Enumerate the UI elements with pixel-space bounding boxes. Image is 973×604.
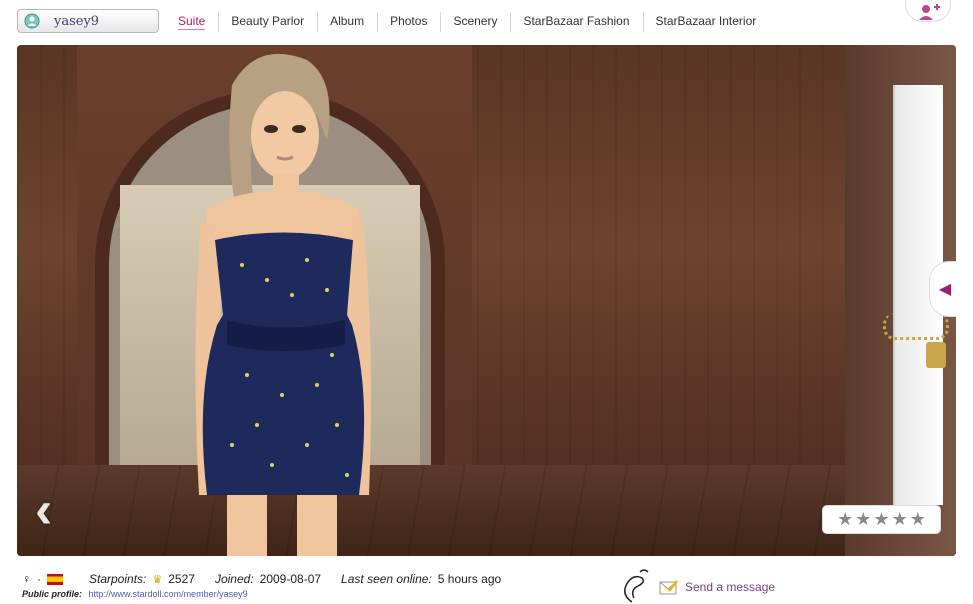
starpoints-label: Starpoints: xyxy=(89,572,147,586)
public-profile: Public profile: http://www.stardoll.com/… xyxy=(22,589,248,599)
tab-suite[interactable]: Suite xyxy=(165,14,218,30)
tab-label: Beauty Parlor xyxy=(231,14,305,28)
tab-label: Album xyxy=(330,14,365,28)
decorative-swirl-icon xyxy=(624,569,649,603)
tab-photos[interactable]: Photos xyxy=(377,12,440,32)
tab-album[interactable]: Album xyxy=(317,12,377,32)
padlock-icon xyxy=(926,342,946,368)
star-icon[interactable]: ★ xyxy=(892,509,908,530)
star-icon[interactable]: ★ xyxy=(855,509,871,530)
tab-starbazaar-fashion[interactable]: StarBazaar Fashion xyxy=(510,12,642,32)
envelope-pencil-icon xyxy=(659,580,678,595)
public-profile-label: Public profile: xyxy=(22,589,83,599)
user-switcher[interactable]: yasey9 xyxy=(17,9,159,33)
public-profile-link[interactable]: http://www.stardoll.com/member/yasey9 xyxy=(89,589,248,599)
separator-dot: · xyxy=(37,572,41,586)
doll-avatar[interactable] xyxy=(187,45,377,556)
suite-room-scene: ◀ ‹ ★ ★ ★ ★ ★ xyxy=(17,45,956,556)
profile-info: ♀ · Starpoints: ♛ 2527 Joined: 2009-08-0… xyxy=(22,572,501,586)
starpoints-value: 2527 xyxy=(168,572,195,586)
door-chain xyxy=(883,313,949,340)
joined-value: 2009-08-07 xyxy=(259,572,322,586)
star-icon[interactable]: ★ xyxy=(910,509,926,530)
tab-label: Scenery xyxy=(453,14,498,28)
last-seen-value: 5 hours ago xyxy=(437,572,502,586)
send-message-label: Send a message xyxy=(685,580,776,594)
previous-room-button[interactable]: ‹ xyxy=(35,483,73,537)
add-friend-button[interactable] xyxy=(905,0,951,22)
username: yasey9 xyxy=(54,14,100,29)
tab-label: StarBazaar Fashion xyxy=(523,14,630,28)
tab-beauty-parlor[interactable]: Beauty Parlor xyxy=(218,12,317,32)
tab-label: Suite xyxy=(178,14,206,30)
star-rating[interactable]: ★ ★ ★ ★ ★ xyxy=(822,505,941,534)
wood-floor xyxy=(17,465,956,556)
chevron-left-icon: ‹ xyxy=(35,481,53,539)
star-icon[interactable]: ★ xyxy=(837,509,853,530)
last-seen-label: Last seen online: xyxy=(341,572,432,586)
star-icon[interactable]: ★ xyxy=(873,509,889,530)
crown-icon: ♛ xyxy=(152,573,163,586)
user-avatar-icon xyxy=(24,13,40,29)
side-panel-toggle[interactable]: ◀ xyxy=(929,261,956,317)
gender-icon: ♀ xyxy=(22,572,31,586)
joined-label: Joined: xyxy=(214,572,254,586)
triangle-left-icon: ◀ xyxy=(938,281,952,298)
add-friend-icon xyxy=(919,4,940,20)
tab-label: StarBazaar Interior xyxy=(655,14,757,28)
spain-flag-icon xyxy=(47,573,63,585)
tab-starbazaar-interior[interactable]: StarBazaar Interior xyxy=(642,12,770,32)
suite-nav: Suite Beauty Parlor Album Photos Scenery… xyxy=(165,11,770,32)
tab-scenery[interactable]: Scenery xyxy=(440,12,510,32)
send-message-button[interactable]: Send a message xyxy=(659,579,775,595)
tab-label: Photos xyxy=(390,14,428,28)
